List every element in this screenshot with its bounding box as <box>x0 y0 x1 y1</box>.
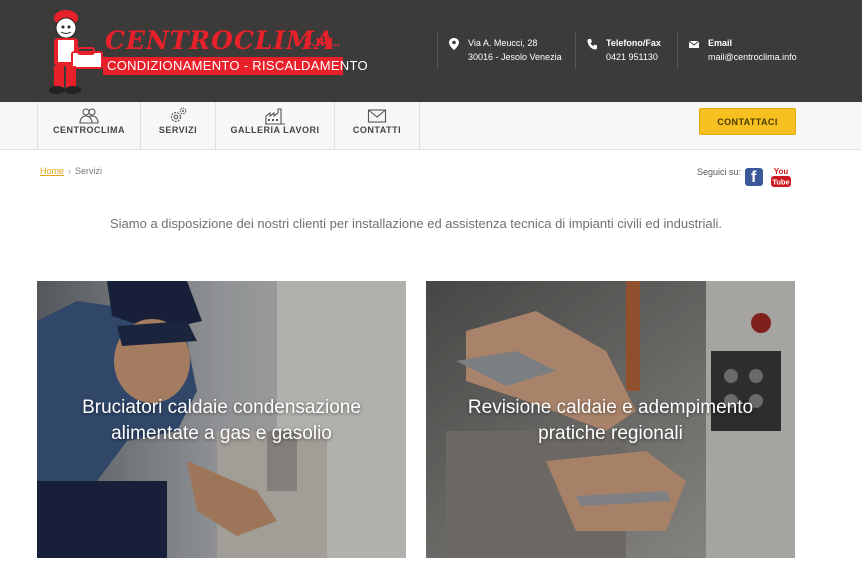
phone-icon <box>587 39 597 50</box>
brand-suffix: S.R.L. <box>304 36 340 49</box>
nav-label: GALLERIA LAVORI <box>230 125 320 135</box>
phone-title: Telefono/Fax <box>606 38 661 48</box>
breadcrumb-current: Servizi <box>75 166 103 176</box>
nav-label: CONTATTI <box>352 125 402 135</box>
nav-label: SERVIZI <box>158 125 198 135</box>
brand-tagline: CONDIZIONAMENTO - RISCALDAMENTO <box>107 58 368 73</box>
youtube-icon[interactable]: You Tube <box>771 166 791 188</box>
nav-item-centroclima[interactable]: CENTROCLIMA <box>38 102 141 150</box>
envelope-icon <box>367 109 387 123</box>
top-header: CENTROCLIMA S.R.L. CONDIZIONAMENTO - RIS… <box>0 0 862 102</box>
phone-number[interactable]: 0421 951130 <box>606 52 658 62</box>
nav-item-contatti[interactable]: CONTATTI <box>335 102 420 150</box>
mail-icon <box>689 40 699 48</box>
brand-name: CENTROCLIMA <box>105 26 336 55</box>
brand-tagline-bar: CONDIZIONAMENTO - RISCALDAMENTO <box>103 57 368 75</box>
service-card-revisione[interactable]: Revisione caldaie e adempimento pratiche… <box>426 281 795 558</box>
factory-icon <box>265 108 285 125</box>
address-line-2: 30016 - Jesolo Venezia <box>468 52 562 62</box>
youtube-bottom-text: Tube <box>772 178 789 187</box>
contact-email: Email mail@centroclima.info <box>677 32 817 70</box>
email-address[interactable]: mail@centroclima.info <box>708 52 797 62</box>
card-title: Revisione caldaie e adempimento pratiche… <box>467 397 754 444</box>
facebook-icon[interactable]: f <box>745 168 763 186</box>
contact-phone: Telefono/Fax 0421 951130 <box>575 32 678 70</box>
people-icon <box>79 108 99 124</box>
gears-icon <box>170 107 187 123</box>
contact-divider <box>677 32 678 68</box>
intro-text: Siamo a disposizione dei nostri clienti … <box>109 216 723 231</box>
logo[interactable]: CENTROCLIMA S.R.L. CONDIZIONAMENTO - RIS… <box>42 4 368 96</box>
breadcrumb: Home › Servizi <box>40 166 102 176</box>
card-title: Bruciatori caldaie condensazione aliment… <box>82 397 361 444</box>
mascot-logo-icon <box>49 10 103 94</box>
contact-address: Via A. Meucci, 28 30016 - Jesolo Venezia <box>437 32 577 70</box>
contact-divider <box>575 32 576 68</box>
youtube-top-text: You <box>774 167 789 176</box>
nav-item-servizi[interactable]: SERVIZI <box>141 102 216 150</box>
service-card-bruciatori[interactable]: Bruciatori caldaie condensazione aliment… <box>37 281 406 558</box>
contattaci-button[interactable]: CONTATTACI <box>699 108 796 135</box>
nav-item-galleria-lavori[interactable]: GALLERIA LAVORI <box>216 102 335 150</box>
email-title: Email <box>708 38 733 48</box>
breadcrumb-home-link[interactable]: Home <box>40 166 64 176</box>
facebook-glyph: f <box>751 169 757 186</box>
map-pin-icon <box>449 38 459 50</box>
chevron-right-icon: › <box>68 166 72 176</box>
nav-label: CENTROCLIMA <box>53 125 125 135</box>
contact-divider <box>437 32 438 68</box>
social-label: Seguici su: <box>697 167 742 177</box>
address-line-1: Via A. Meucci, 28 <box>468 38 538 48</box>
